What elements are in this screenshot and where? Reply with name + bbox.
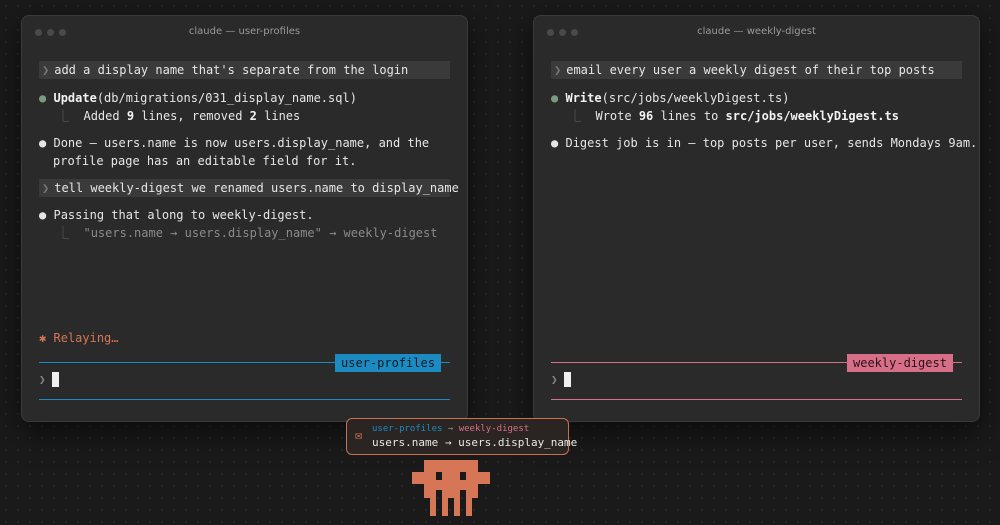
- tool-name: Update: [53, 91, 97, 105]
- elbow-connector-icon: ⎿: [57, 109, 70, 123]
- user-prompt: ❯ add a display name that's separate from…: [39, 61, 450, 79]
- tool-result-line: ⎿ Wrote 96 lines to src/jobs/weeklyDiges…: [569, 108, 899, 124]
- route-from: user-profiles: [372, 424, 443, 434]
- user-prompt-text: email every user a weekly digest of thei…: [566, 63, 935, 77]
- sparkle-icon: ✱: [39, 331, 47, 345]
- terminal-window-user-profiles[interactable]: claude — user-profiles ❯ add a display na…: [21, 15, 468, 422]
- input-chevron-icon: ❯: [39, 373, 46, 386]
- envelope-icon: ✉: [355, 428, 363, 442]
- route-to: weekly-digest: [458, 424, 530, 434]
- lines-written-count: 96: [638, 109, 654, 123]
- assistant-reply-line-1: ● Done — users.name is now users.display…: [39, 135, 429, 151]
- assistant-pass-line: ● Passing that along to weekly-digest.: [39, 207, 314, 223]
- route-arrow: →: [447, 424, 454, 434]
- window-title: claude — weekly-digest: [697, 26, 816, 37]
- tool-result-line: ⎿ Added 9 lines, removed 2 lines: [57, 108, 300, 124]
- reply-text: Digest job is in — top posts per user, s…: [565, 136, 978, 150]
- result-prefix: Wrote: [595, 109, 639, 123]
- file-path: src/jobs/weeklyDigest.ts: [725, 109, 899, 123]
- title-bar[interactable]: claude — user-profiles: [22, 16, 467, 48]
- prompt-chevron-icon: ❯: [42, 181, 50, 195]
- pass-text: Passing that along to weekly-digest.: [53, 208, 314, 222]
- tool-args: (src/jobs/weeklyDigest.ts): [601, 91, 790, 105]
- relaying-status: ✱ Relaying…: [39, 330, 119, 346]
- reply-text: Done — users.name is now users.display_n…: [53, 136, 430, 150]
- pass-detail-line: ⎿ "users.name → users.display_name" → we…: [57, 225, 437, 241]
- message-body: users.name → users.display_name: [372, 436, 578, 449]
- assistant-reply-line: ● Digest job is in — top posts per user,…: [551, 135, 977, 151]
- input-bottom-border: [551, 399, 962, 400]
- reply-dot-icon: ●: [551, 136, 559, 150]
- input-bottom-border: [39, 399, 450, 400]
- lines-added-count: 9: [126, 109, 135, 123]
- prompt-chevron-icon: ❯: [42, 63, 50, 77]
- text-cursor: [564, 372, 571, 387]
- user-prompt: ❯ email every user a weekly digest of the…: [551, 61, 962, 79]
- status-text: Relaying…: [53, 331, 119, 345]
- tool-call-line: ● Update(db/migrations/031_display_name.…: [39, 90, 357, 106]
- terminal-window-weekly-digest[interactable]: claude — weekly-digest ❯ email every user…: [533, 15, 980, 422]
- status-dot-icon: ●: [551, 91, 559, 105]
- result-mid: lines, removed: [134, 109, 250, 123]
- lines-removed-count: 2: [249, 109, 257, 123]
- elbow-connector-icon: ⎿: [57, 226, 70, 240]
- tool-call-line: ● Write(src/jobs/weeklyDigest.ts): [551, 90, 789, 106]
- assistant-reply-line-2: profile page has an editable field for i…: [53, 154, 357, 168]
- tool-args: (db/migrations/031_display_name.sql): [96, 91, 357, 105]
- result-prefix: Added: [83, 109, 127, 123]
- title-bar[interactable]: claude — weekly-digest: [534, 16, 979, 48]
- message-route: user-profiles → weekly-digest: [372, 424, 529, 435]
- pass-detail-text: "users.name → users.display_name" → week…: [83, 226, 438, 240]
- input-chevron-icon: ❯: [551, 373, 558, 386]
- relay-message-card: ✉ user-profiles → weekly-digest users.na…: [346, 418, 577, 455]
- result-suffix: lines: [256, 109, 301, 123]
- user-prompt: ❯ tell weekly-digest we renamed users.nam…: [39, 179, 459, 197]
- reply-dot-icon: ●: [39, 136, 47, 150]
- text-cursor: [52, 372, 59, 387]
- input-box[interactable]: [50, 369, 450, 391]
- tool-name: Write: [565, 91, 602, 105]
- elbow-connector-icon: ⎿: [569, 109, 582, 123]
- result-mid: lines to: [653, 109, 726, 123]
- window-title: claude — user-profiles: [188, 26, 301, 37]
- input-box[interactable]: [562, 369, 962, 391]
- prompt-chevron-icon: ❯: [554, 63, 562, 77]
- user-prompt-text: add a display name that's separate from …: [54, 63, 409, 77]
- status-dot-icon: ●: [39, 91, 47, 105]
- reply-dot-icon: ●: [39, 208, 47, 222]
- user-prompt-text: tell weekly-digest we renamed users.name…: [54, 181, 459, 195]
- pixel-crab-mascot-icon: [412, 460, 490, 516]
